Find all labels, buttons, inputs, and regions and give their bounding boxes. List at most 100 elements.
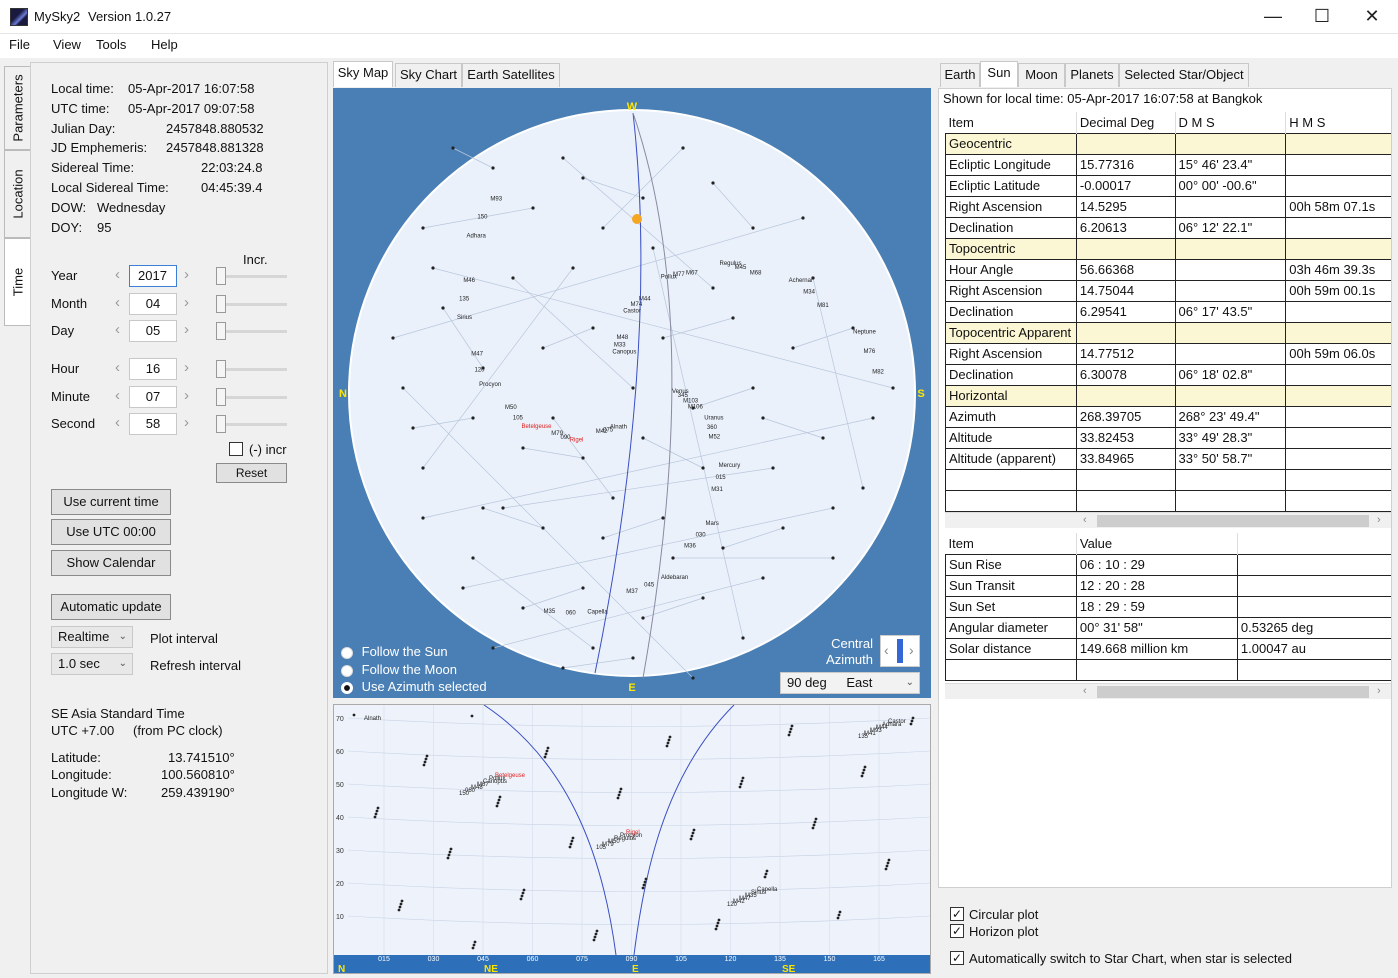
azimuth-slider-thumb[interactable] [897, 639, 903, 663]
chevron-right-icon[interactable]: › [184, 387, 189, 404]
azimuth-slider[interactable]: ‹ › [880, 635, 920, 667]
tab-location[interactable]: Location [4, 150, 30, 238]
table-row[interactable] [945, 468, 1391, 491]
tab-planets[interactable]: Planets [1065, 63, 1119, 87]
tab-sky-chart[interactable]: Sky Chart [395, 63, 462, 87]
spinner-second-input[interactable]: 58 [129, 413, 177, 435]
table-row[interactable]: Altitude 33.82453 33° 49' 28.3" [945, 426, 1391, 449]
use-azimuth-option[interactable]: Use Azimuth selected [341, 679, 487, 694]
chevron-left-icon[interactable]: ‹ [115, 266, 120, 283]
spinner-month-input[interactable]: 04 [129, 293, 177, 315]
table-row[interactable]: Sun Set 18 : 29 : 59 [945, 595, 1391, 618]
radio-follow-moon[interactable] [341, 664, 353, 677]
chevron-left-icon[interactable]: ‹ [115, 321, 120, 338]
table-row[interactable]: Azimuth 268.39705 268° 23' 49.4" [945, 405, 1391, 428]
automatic-update-button[interactable]: Automatic update [51, 594, 171, 620]
incr-slider-track[interactable] [216, 275, 287, 278]
sun-events-header[interactable] [1237, 533, 1391, 554]
refresh-interval-select[interactable]: 1.0 sec ⌄ [51, 653, 133, 675]
use-utc-button[interactable]: Use UTC 00:00 [51, 519, 171, 545]
scrollbar-thumb[interactable] [1097, 686, 1369, 698]
spinner-day-input[interactable]: 05 [129, 320, 177, 342]
minimize-icon[interactable]: — [1248, 0, 1298, 34]
incr-slider-thumb[interactable] [216, 360, 226, 378]
use-current-time-button[interactable]: Use current time [51, 489, 171, 515]
incr-slider-track[interactable] [216, 396, 287, 399]
table-row[interactable]: Declination 6.29541 06° 17' 43.5" [945, 300, 1391, 323]
table-row[interactable]: Right Ascension 14.75044 00h 59m 00.1s [945, 279, 1391, 302]
table-section-row[interactable]: Horizontal [945, 384, 1391, 407]
menu-file[interactable]: File [9, 37, 30, 52]
incr-slider-track[interactable] [216, 303, 287, 306]
table-row[interactable]: Declination 6.20613 06° 12' 22.1" [945, 216, 1391, 239]
table-row[interactable]: Solar distance 149.668 million km 1.00047 … [945, 637, 1391, 660]
follow-moon-option[interactable]: Follow the Moon [341, 662, 457, 677]
chevron-right-icon[interactable]: › [1377, 685, 1381, 697]
sun-table-header[interactable]: D M S [1175, 112, 1287, 133]
incr-slider-thumb[interactable] [216, 295, 226, 313]
chevron-left-icon[interactable]: ‹ [115, 414, 120, 431]
table-row[interactable]: Hour Angle 56.66368 03h 46m 39.3s [945, 258, 1391, 281]
tab-selected-star[interactable]: Selected Star/Object [1119, 63, 1249, 87]
maximize-icon[interactable]: ☐ [1297, 0, 1347, 34]
incr-slider-thumb[interactable] [216, 415, 226, 433]
table-section-row[interactable]: Topocentric Apparent [945, 321, 1391, 344]
chevron-right-icon[interactable]: › [184, 359, 189, 376]
follow-sun-option[interactable]: Follow the Sun [341, 644, 448, 659]
table-row[interactable]: Angular diameter 00° 31' 58" 0.53265 deg [945, 616, 1391, 639]
show-calendar-button[interactable]: Show Calendar [51, 550, 171, 576]
sun-table-header[interactable]: Decimal Deg [1076, 112, 1176, 133]
menu-view[interactable]: View [53, 37, 81, 52]
incr-slider-thumb[interactable] [216, 267, 226, 285]
tab-earth-satellites[interactable]: Earth Satellites [462, 63, 560, 87]
tab-sky-map[interactable]: Sky Map [333, 61, 393, 87]
menu-tools[interactable]: Tools [96, 37, 126, 52]
auto-switch-checkbox[interactable]: ✓ [950, 951, 964, 965]
sun-table-header[interactable]: Item [945, 112, 1077, 133]
plot-interval-select[interactable]: Realtime ⌄ [51, 626, 133, 648]
table-section-row[interactable]: Geocentric [945, 132, 1391, 155]
radio-use-azimuth[interactable] [341, 681, 353, 694]
spinner-year-input[interactable]: 2017 [129, 265, 177, 287]
menu-help[interactable]: Help [151, 37, 178, 52]
horizon-plot[interactable]: 70 60 50 40 30 20 10 015 030 045 060 075 090 105 120 13… [333, 704, 931, 974]
reset-button[interactable]: Reset [216, 463, 287, 483]
horizontal-scrollbar[interactable]: ‹ › [945, 512, 1391, 528]
tab-moon[interactable]: Moon [1018, 63, 1065, 87]
neg-incr-checkbox[interactable] [229, 442, 243, 456]
table-row[interactable] [945, 489, 1391, 512]
incr-slider-track[interactable] [216, 423, 287, 426]
table-row[interactable]: Declination 6.30078 06° 18' 02.8" [945, 363, 1391, 386]
table-row[interactable]: Sun Transit 12 : 20 : 28 [945, 574, 1391, 597]
table-row[interactable]: Ecliptic Longitude 15.77316 15° 46' 23.4" [945, 153, 1391, 176]
spinner-minute-input[interactable]: 07 [129, 386, 177, 408]
chevron-left-icon[interactable]: ‹ [884, 642, 889, 658]
table-row[interactable]: Altitude (apparent) 33.84965 33° 50' 58.7" [945, 447, 1391, 470]
incr-slider-thumb[interactable] [216, 388, 226, 406]
incr-slider-track[interactable] [216, 330, 287, 333]
chevron-right-icon[interactable]: › [184, 294, 189, 311]
chevron-left-icon[interactable]: ‹ [115, 387, 120, 404]
chevron-right-icon[interactable]: › [184, 414, 189, 431]
sun-table-header[interactable]: H M S [1285, 112, 1391, 133]
sun-events-header[interactable]: Item [945, 533, 1077, 554]
tab-parameters[interactable]: Parameters [4, 66, 30, 150]
chevron-left-icon[interactable]: ‹ [115, 294, 120, 311]
table-row[interactable] [945, 658, 1391, 681]
chevron-right-icon[interactable]: › [1377, 514, 1381, 526]
chevron-left-icon[interactable]: ‹ [1083, 514, 1087, 526]
chevron-left-icon[interactable]: ‹ [115, 359, 120, 376]
incr-slider-track[interactable] [216, 368, 287, 371]
chevron-right-icon[interactable]: › [909, 642, 914, 658]
table-row[interactable]: Sun Rise 06 : 10 : 29 [945, 553, 1391, 576]
sun-events-header[interactable]: Value [1076, 533, 1238, 554]
chevron-right-icon[interactable]: › [184, 321, 189, 338]
incr-slider-thumb[interactable] [216, 322, 226, 340]
sky-map[interactable]: Venus Uranus Mercury Mars Aldebaran Capella Al… [333, 88, 931, 698]
azimuth-select[interactable]: 90 deg East ⌄ [780, 672, 920, 694]
spinner-hour-input[interactable]: 16 [129, 358, 177, 380]
horizontal-scrollbar-2[interactable]: ‹ › [945, 683, 1391, 699]
horizon-plot-checkbox[interactable]: ✓ [950, 924, 964, 938]
sky-map-canvas[interactable]: VenusUranusMercuryMarsAldebaranCapellaAl… [333, 88, 931, 698]
chevron-left-icon[interactable]: ‹ [1083, 685, 1087, 697]
